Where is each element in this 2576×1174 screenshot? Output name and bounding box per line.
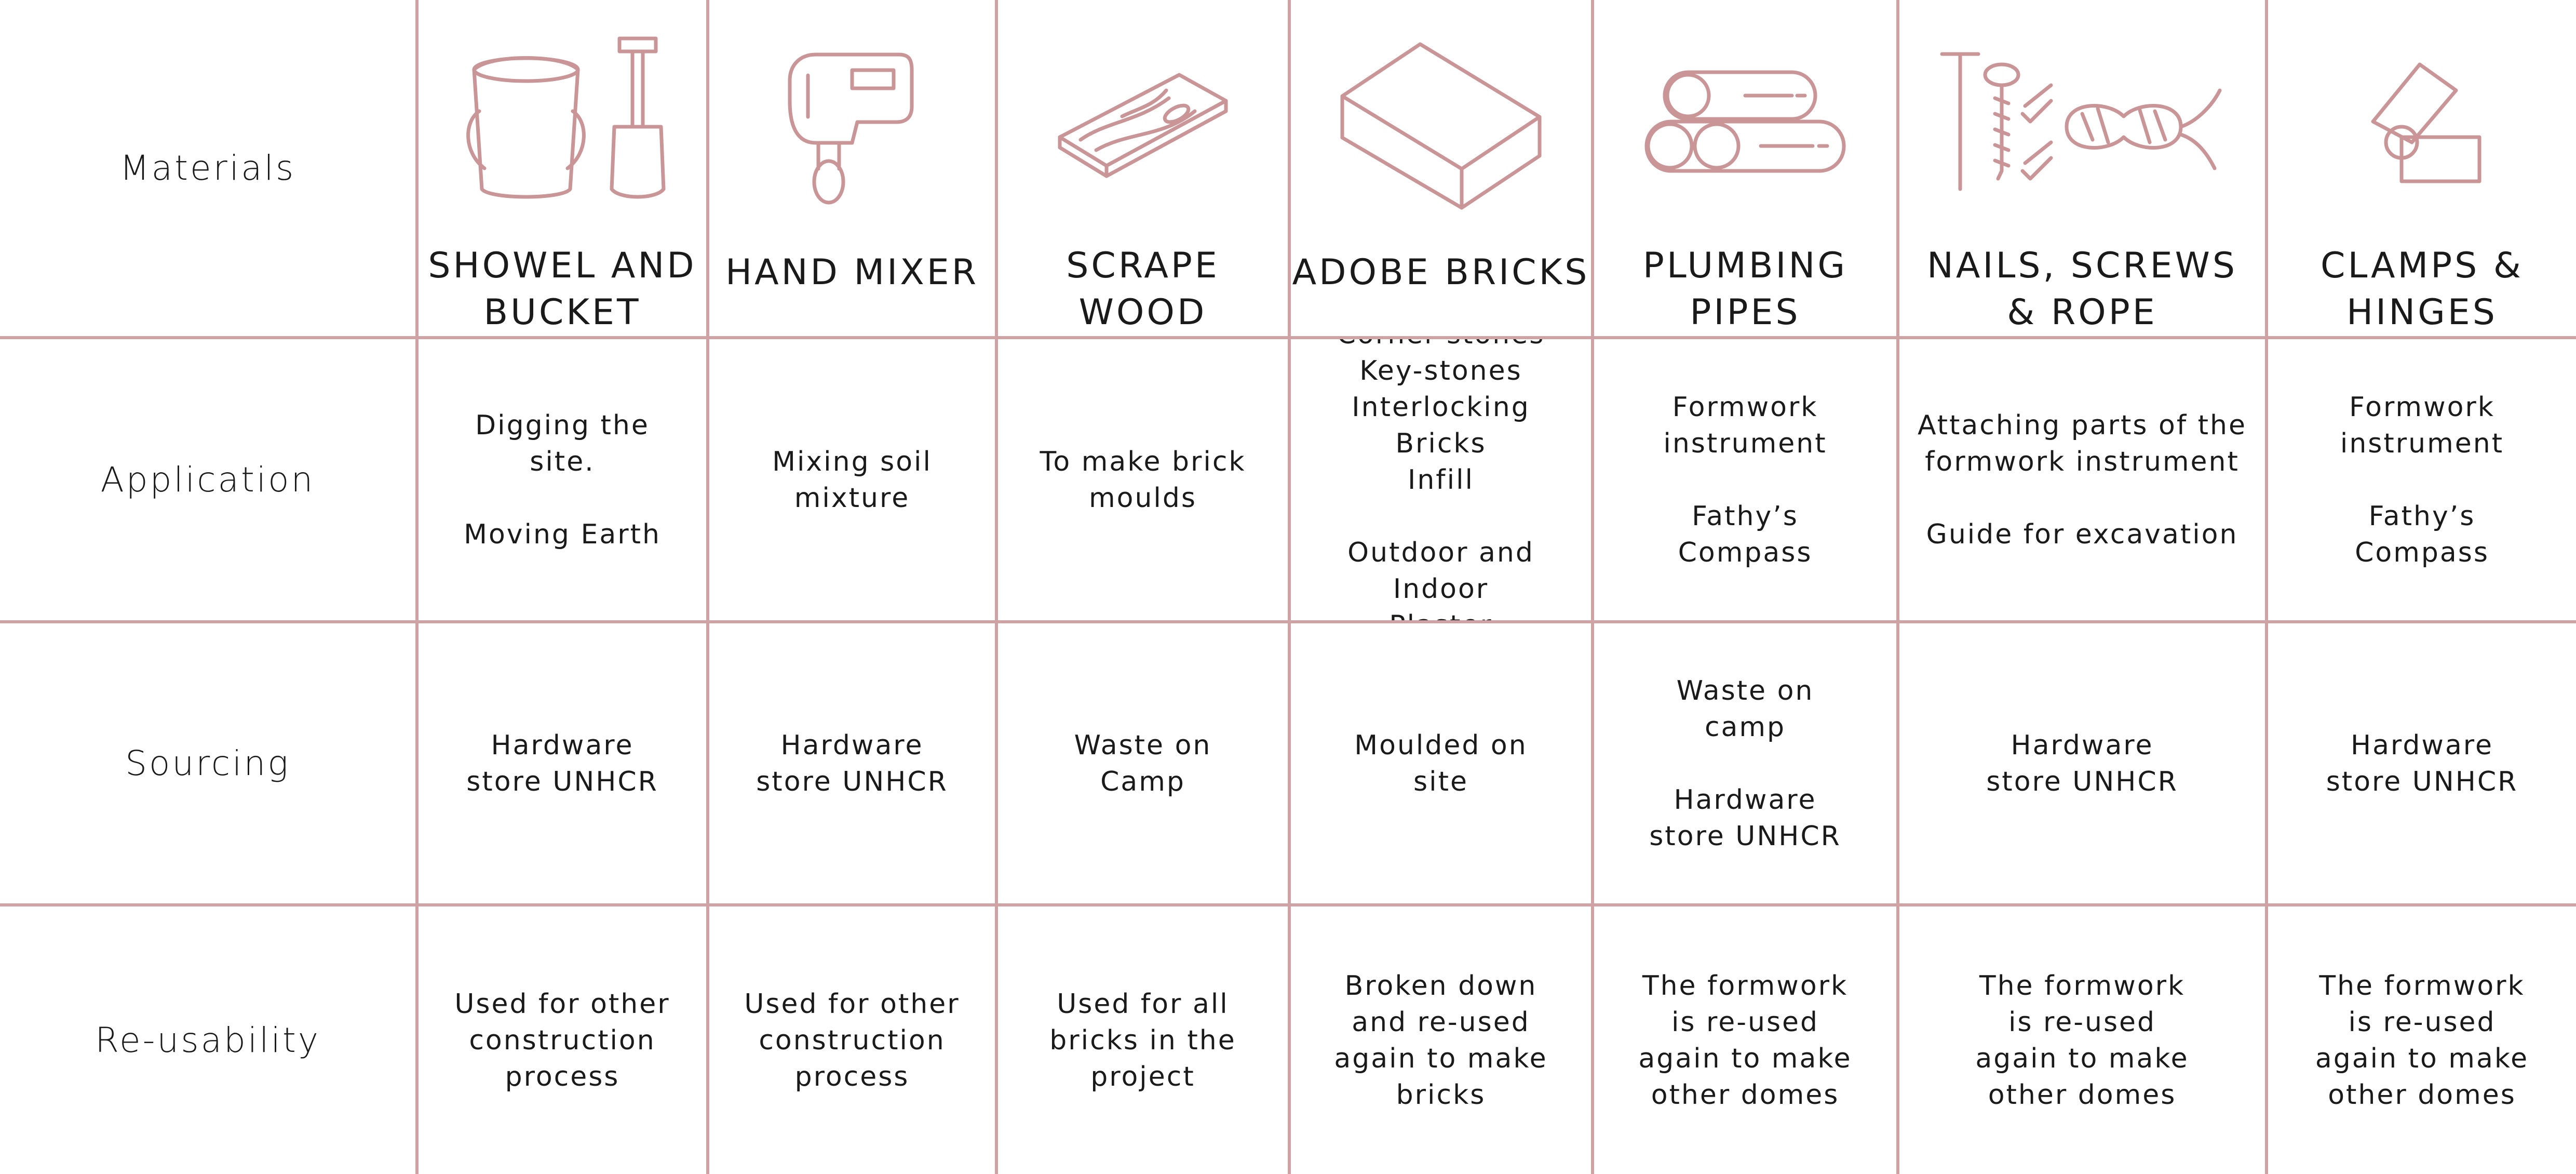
material-header-hand-mixer: HAND MIXER — [709, 0, 998, 339]
sourcing-cell: Waste on camp Hardware store UNHCR — [1594, 623, 1899, 906]
row-label-reusability: Re-usability — [0, 906, 419, 1174]
application-cell: Corner-stones Key-stones Interlocking Br… — [1291, 339, 1594, 623]
sourcing-text: Hardware store UNHCR — [1986, 729, 2178, 797]
sourcing-cell: Hardware store UNHCR — [1899, 623, 2268, 906]
row-label-text: Re-usability — [95, 1020, 320, 1060]
sourcing-text: Hardware store UNHCR — [466, 729, 658, 797]
application-text: Formwork instrument Fathy’s Compass — [2340, 391, 2504, 568]
row-label-text: Materials — [119, 148, 296, 188]
material-title: SHOWEL AND BUCKET — [428, 245, 697, 333]
row-label-text: Application — [100, 460, 315, 500]
material-title: HAND MIXER — [725, 252, 979, 293]
row-label-materials: Materials — [0, 0, 419, 339]
shovel-bucket-icon — [466, 36, 666, 198]
hand-mixer-icon — [788, 52, 914, 205]
sourcing-text: Waste on Camp — [1074, 729, 1212, 797]
sourcing-cell: Hardware store UNHCR — [709, 623, 998, 906]
nails-screws-rope-icon — [1940, 52, 2222, 191]
material-header-nails-screws-rope: NAILS, SCREWS & ROPE — [1899, 0, 2268, 339]
material-title: CLAMPS & HINGES — [2321, 245, 2524, 333]
application-cell: Mixing soil mixture — [709, 339, 998, 623]
reusability-text: Broken down and re-used again to make br… — [1334, 970, 1548, 1111]
row-label-sourcing: Sourcing — [0, 623, 419, 906]
application-text: To make brick moulds — [1040, 446, 1246, 514]
application-text: Formwork instrument Fathy’s Compass — [1663, 391, 1827, 568]
application-text: Digging the site. Moving Earth — [464, 409, 661, 550]
reusability-cell: Used for all bricks in the project — [998, 906, 1291, 1174]
material-title: PLUMBING PIPES — [1642, 245, 1848, 333]
pipes-icon — [1644, 70, 1846, 172]
reusability-text: The formwork is re-used again to make ot… — [1638, 970, 1852, 1111]
material-header-clamps-hinges: CLAMPS & HINGES — [2268, 0, 2576, 339]
application-cell: To make brick moulds — [998, 339, 1291, 623]
reusability-text: Used for all bricks in the project — [1049, 988, 1236, 1092]
material-header-scrape-wood: SCRAPE WOOD — [998, 0, 1291, 339]
reusability-text: The formwork is re-used again to make ot… — [2315, 970, 2529, 1111]
sourcing-cell: Waste on Camp — [998, 623, 1291, 906]
reusability-cell: Used for other construction process — [419, 906, 709, 1174]
application-cell: Attaching parts of the formwork instrume… — [1899, 339, 2268, 623]
row-label-application: Application — [0, 339, 419, 623]
application-cell: Formwork instrument Fathy’s Compass — [1594, 339, 1899, 623]
reusability-cell: Broken down and re-used again to make br… — [1291, 906, 1594, 1174]
row-label-text: Sourcing — [125, 743, 290, 783]
sourcing-cell: Hardware store UNHCR — [419, 623, 709, 906]
material-header-adobe-bricks: ADOBE BRICKS — [1291, 0, 1594, 339]
sourcing-text: Waste on camp Hardware store UNHCR — [1649, 675, 1841, 852]
application-text: Attaching parts of the formwork instrume… — [1917, 409, 2247, 550]
reusability-text: The formwork is re-used again to make ot… — [1975, 970, 2189, 1111]
application-text: Mixing soil mixture — [772, 446, 932, 514]
hinge-icon — [2371, 62, 2481, 183]
application-text: Corner-stones Key-stones Interlocking Br… — [1337, 339, 1544, 620]
sourcing-cell: Moulded on site — [1291, 623, 1594, 906]
sourcing-cell: Hardware store UNHCR — [2268, 623, 2576, 906]
application-cell: Formwork instrument Fathy’s Compass — [2268, 339, 2576, 623]
wood-plank-icon — [1058, 73, 1228, 178]
sourcing-text: Hardware store UNHCR — [2326, 729, 2518, 797]
material-header-shovel-bucket: SHOWEL AND BUCKET — [419, 0, 709, 339]
adobe-brick-icon — [1340, 42, 1542, 210]
reusability-text: Used for other construction process — [454, 988, 670, 1092]
materials-table: Materials SHOWEL AND BUCKET HAND MIXER S… — [0, 0, 2576, 1174]
material-title: NAILS, SCREWS & ROPE — [1927, 245, 2237, 333]
sourcing-text: Hardware store UNHCR — [756, 729, 948, 797]
material-title: ADOBE BRICKS — [1292, 252, 1590, 293]
reusability-cell: The formwork is re-used again to make ot… — [1594, 906, 1899, 1174]
material-header-plumbing-pipes: PLUMBING PIPES — [1594, 0, 1899, 339]
reusability-cell: Used for other construction process — [709, 906, 998, 1174]
reusability-cell: The formwork is re-used again to make ot… — [1899, 906, 2268, 1174]
reusability-cell: The formwork is re-used again to make ot… — [2268, 906, 2576, 1174]
material-title: SCRAPE WOOD — [1066, 245, 1220, 333]
sourcing-text: Moulded on site — [1354, 729, 1528, 797]
application-cell: Digging the site. Moving Earth — [419, 339, 709, 623]
reusability-text: Used for other construction process — [744, 988, 960, 1092]
